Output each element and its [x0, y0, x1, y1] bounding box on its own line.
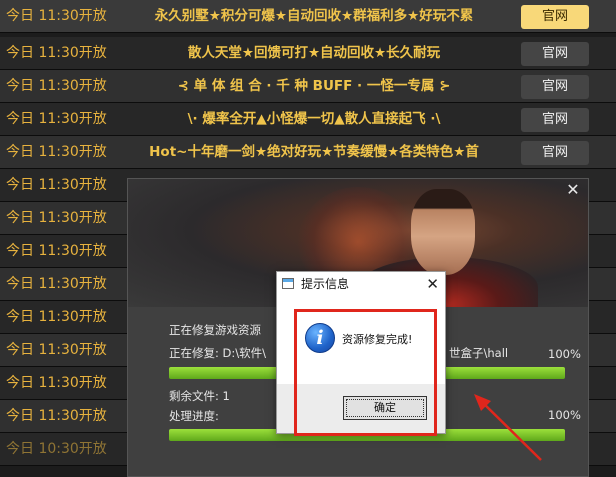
server-description: \· 爆率全开▲小怪爆一切▲散人直接起飞 ·\ — [187, 111, 441, 127]
official-site-button[interactable]: 官网 — [521, 108, 589, 132]
dialog-title: 提示信息 — [301, 277, 350, 291]
server-row[interactable]: 今日 11:30开放 Hot~十年磨一剑★绝对好玩★节奏缓慢★各类特色★首 官网 — [0, 136, 616, 169]
official-site-button[interactable]: 官网 — [521, 141, 589, 165]
remaining-files: 剩余文件: 1 — [169, 389, 230, 403]
window-icon — [282, 278, 294, 289]
official-site-button[interactable]: 官网 — [521, 42, 589, 66]
server-description: 散人天堂★回馈可打★自动回收★长久耐玩 — [187, 45, 441, 61]
server-open-time: 今日 11:30开放 — [6, 342, 107, 358]
repair-path-label: 正在修复: D:\软件\ — [169, 346, 267, 360]
server-open-time: 今日 11:30开放 — [6, 45, 107, 61]
server-open-time: 今日 11:30开放 — [6, 375, 107, 391]
server-row[interactable]: 今日 11:30开放 \· 爆率全开▲小怪爆一切▲散人直接起飞 ·\ 官网 — [0, 103, 616, 136]
server-row[interactable]: 今日 11:30开放 ⊰ 单 体 组 合 · 千 种 BUFF · 一怪一专属 ⊱… — [0, 70, 616, 103]
repair-close-icon[interactable]: ✕ — [564, 181, 582, 199]
dialog-titlebar: 提示信息 ✕ — [277, 272, 445, 296]
official-site-button[interactable]: 官网 — [521, 75, 589, 99]
server-open-time: 今日 10:30开放 — [6, 441, 107, 457]
dialog-close-icon[interactable]: ✕ — [426, 274, 439, 294]
server-open-time: 今日 11:30开放 — [6, 243, 107, 259]
progress1-percent: 100% — [548, 347, 581, 361]
server-open-time: 今日 11:30开放 — [6, 8, 107, 24]
server-open-time: 今日 11:30开放 — [6, 210, 107, 226]
server-open-time: 今日 11:30开放 — [6, 177, 107, 193]
server-row[interactable]: 今日 11:30开放 永久别墅★积分可爆★自动回收★群福利多★好玩不累 官网 — [0, 0, 616, 33]
server-open-time: 今日 11:30开放 — [6, 276, 107, 292]
server-open-time: 今日 11:30开放 — [6, 309, 107, 325]
server-open-time: 今日 11:30开放 — [6, 111, 107, 127]
repair-status: 正在修复游戏资源 — [169, 323, 261, 337]
server-open-time: 今日 11:30开放 — [6, 144, 107, 160]
server-description: 永久别墅★积分可爆★自动回收★群福利多★好玩不累 — [154, 8, 474, 24]
progress2-percent: 100% — [548, 408, 581, 422]
repair-path-tail: 世盒子\hall — [449, 346, 509, 360]
server-open-time: 今日 11:30开放 — [6, 408, 107, 424]
server-open-time: 今日 11:30开放 — [6, 78, 107, 94]
highlight-box — [294, 309, 437, 436]
process-label: 处理进度: — [169, 409, 219, 423]
server-description: ⊰ 单 体 组 合 · 千 种 BUFF · 一怪一专属 ⊱ — [177, 78, 451, 94]
server-row[interactable]: 今日 11:30开放 散人天堂★回馈可打★自动回收★长久耐玩 官网 — [0, 37, 616, 70]
official-site-button[interactable]: 官网 — [521, 5, 589, 29]
server-description: Hot~十年磨一剑★绝对好玩★节奏缓慢★各类特色★首 — [149, 144, 479, 160]
